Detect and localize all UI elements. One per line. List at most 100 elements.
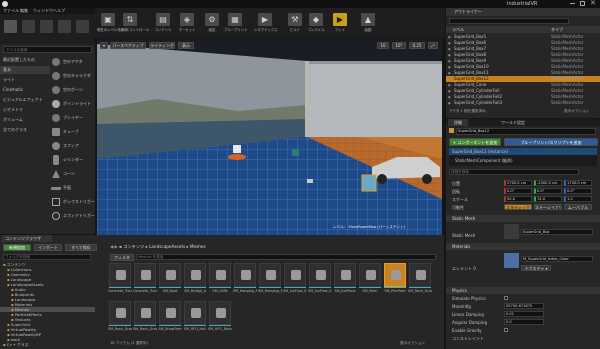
mobility-movable[interactable]: ムーバブル xyxy=(564,204,592,210)
toolbar-button[interactable]: ⇅ ソースコントロール xyxy=(119,12,149,36)
scale-y[interactable]: 74.0 xyxy=(534,196,562,202)
placeable-item[interactable]: 空のアクタ xyxy=(50,56,95,68)
viewport-options-button[interactable]: ▾ xyxy=(100,42,108,49)
rotation-snap-value[interactable]: 10° xyxy=(392,42,406,49)
static-mesh-dropdown[interactable]: SuperGrid_Box xyxy=(521,229,593,235)
content-view-options[interactable]: 表示オプション xyxy=(400,341,425,346)
folder-search-input[interactable]: フォルダを検索 xyxy=(3,254,91,260)
filter-button[interactable]: フィルタ xyxy=(110,254,134,261)
asset-tile[interactable]: SM_Rock_Gravel xyxy=(408,263,432,299)
import-button[interactable]: インポート xyxy=(34,244,62,251)
placeable-item[interactable]: キューブ xyxy=(50,126,95,138)
visibility-icon[interactable]: ● xyxy=(448,100,451,106)
asset-tile[interactable]: SM_SnowTree xyxy=(158,301,182,337)
landscape-mode-icon[interactable] xyxy=(40,20,53,33)
asset-tile[interactable]: SM_IcePlane xyxy=(333,263,357,299)
toolbar-button[interactable]: ▲ 起動 xyxy=(357,12,379,36)
viewport[interactable]: ▾ パースペクティブ ライティング 表示 10 10° 0.25 ⤢ レベル： … xyxy=(97,39,442,235)
location-y[interactable]: -2500.0 cm xyxy=(534,180,562,186)
placeable-item[interactable]: 平面 xyxy=(50,182,95,194)
asset-tile[interactable]: SM_UFO_Hull xyxy=(183,301,207,337)
asset-tile[interactable]: SM_UFO_Main xyxy=(208,301,232,337)
category-item[interactable]: ジオメトリ xyxy=(0,106,50,114)
scale-z[interactable]: 1.0 xyxy=(564,196,592,202)
asset-tile[interactable]: SM_Boat xyxy=(158,263,182,299)
show-button[interactable]: 表示 xyxy=(178,42,194,49)
category-item[interactable]: 最近配置したもの xyxy=(0,56,50,64)
outliner-view-options[interactable]: 表示オプション xyxy=(564,109,589,114)
placeable-item[interactable]: 空のキャラクタ xyxy=(50,70,95,82)
location-z[interactable]: 1700.0 cm xyxy=(564,180,592,186)
nav-back-icon[interactable]: ◀ ▶ xyxy=(110,244,119,249)
rotation-x[interactable]: 0.0° xyxy=(504,188,532,194)
asset-tile[interactable]: SM_Hanging_Rail2 xyxy=(258,263,282,299)
toolbar-button[interactable]: ⚙ 設定 xyxy=(201,12,223,36)
asset-tile[interactable]: SM_IceFlow_03 xyxy=(308,263,332,299)
actor-name-field[interactable]: SuperGrid_Box12 xyxy=(456,128,596,135)
asset-tile[interactable]: SM_Hanging_Rail xyxy=(233,263,257,299)
physics-checkbox[interactable] xyxy=(504,328,508,332)
mobility-stationary[interactable]: ステーショナリ xyxy=(534,204,562,210)
toolbar-button[interactable]: ⚒ ビルド xyxy=(284,12,306,36)
content-browser-tab[interactable]: コンテンツブラウザ xyxy=(2,235,52,242)
lit-button[interactable]: ライティング xyxy=(149,42,175,49)
add-component-button[interactable]: + コンポーネントを追加 xyxy=(449,138,501,146)
asset-tile[interactable]: SM_Bridge_A xyxy=(183,263,207,299)
save-all-button[interactable]: すべて保存 xyxy=(65,244,97,251)
breadcrumb-item[interactable]: Meshes xyxy=(190,244,206,249)
place-mode-icon[interactable] xyxy=(4,20,17,33)
asset-tile[interactable]: SM_IceFlow_01 xyxy=(283,263,307,299)
scale-x[interactable]: 50.0 xyxy=(504,196,532,202)
asset-tile[interactable]: SM_Rock_Gravel_Foliage xyxy=(133,301,157,337)
placeable-item[interactable]: シリンダー xyxy=(50,154,95,166)
physics-value-field[interactable]: 55730.671875 xyxy=(504,303,544,309)
outliner-tab[interactable]: アウトライナー xyxy=(446,8,600,16)
static-mesh-section[interactable]: Static Mesh xyxy=(446,215,600,222)
geometry-mode-icon[interactable] xyxy=(76,20,89,33)
details-search-input[interactable]: 詳細を検索 xyxy=(449,169,579,175)
scale-snap-value[interactable]: 0.25 xyxy=(409,42,425,49)
type-column-header[interactable]: タイプ xyxy=(551,26,563,33)
category-item[interactable]: Cinematic xyxy=(0,86,50,94)
asset-tile[interactable]: SM_PineTree xyxy=(383,263,407,299)
placeable-item[interactable]: プレイヤー xyxy=(50,112,95,124)
breadcrumb-item[interactable]: LandscapeAssets xyxy=(149,244,185,249)
toolbar-button[interactable]: ▶ プレイ xyxy=(329,12,351,36)
toolbar-button[interactable]: ◆ コンパイル xyxy=(305,12,327,36)
asset-tile[interactable]: Concrete_Tunnel_Ar.._Asset xyxy=(108,263,132,299)
placeable-item[interactable]: コーン xyxy=(50,168,95,180)
category-item[interactable]: ライト xyxy=(0,76,50,84)
add-new-button[interactable]: 新規追加 xyxy=(3,244,31,251)
grid-snap-value[interactable]: 10 xyxy=(377,42,389,49)
label-column-header[interactable]: ラベル xyxy=(452,26,464,33)
materials-section[interactable]: Materials xyxy=(446,243,600,250)
component-static-mesh[interactable]: StaticMeshComponent (継承) xyxy=(455,157,513,164)
outliner-row[interactable]: ● SuperGrid_CylinderFull3 StaticMeshActor xyxy=(446,100,600,106)
placeable-item[interactable]: 空のボーン xyxy=(50,84,95,96)
close-button[interactable]: ✕ xyxy=(590,0,596,7)
perspective-button[interactable]: パースペクティブ xyxy=(110,42,146,49)
foliage-mode-icon[interactable] xyxy=(58,20,71,33)
tab-world-settings[interactable]: ワールド設定 xyxy=(501,119,525,126)
asset-tile[interactable]: Concrete_Tunnel_Arch..Asset xyxy=(133,263,157,299)
toolbar-button[interactable]: ▶ シネマティクス xyxy=(254,12,277,36)
placeable-item[interactable]: ポイントライト xyxy=(50,98,95,110)
asset-tile[interactable]: SM_Palm xyxy=(358,263,382,299)
class-search-input[interactable]: クラスを検索 xyxy=(3,46,92,53)
category-item[interactable]: ボリューム xyxy=(0,116,50,124)
placeable-item[interactable]: スフィアトリガー xyxy=(50,210,95,222)
category-item[interactable]: ビジュアルエフェクト xyxy=(0,96,50,104)
breadcrumb-item[interactable]: コンテンツ xyxy=(123,244,144,249)
toolbar-button[interactable]: ▦ ブループリント xyxy=(224,12,248,36)
mobility-static[interactable]: スタティック xyxy=(504,204,532,210)
outliner-search-input[interactable] xyxy=(449,18,569,24)
asset-search-input[interactable]: Meshes を検索 xyxy=(136,254,436,260)
physics-value-field[interactable]: 0.0 xyxy=(504,319,544,325)
toolbar-button[interactable]: ◈ マーケット xyxy=(176,12,198,36)
toolbar-button[interactable]: ▤ コンテンツ xyxy=(152,12,174,36)
location-x[interactable]: 2700.0 cm xyxy=(504,180,532,186)
asset-tile[interactable]: SM_Cliffs xyxy=(208,263,232,299)
placeable-item[interactable]: スフィア xyxy=(50,140,95,152)
paint-mode-icon[interactable] xyxy=(22,20,35,33)
minimize-button[interactable] xyxy=(570,3,575,4)
